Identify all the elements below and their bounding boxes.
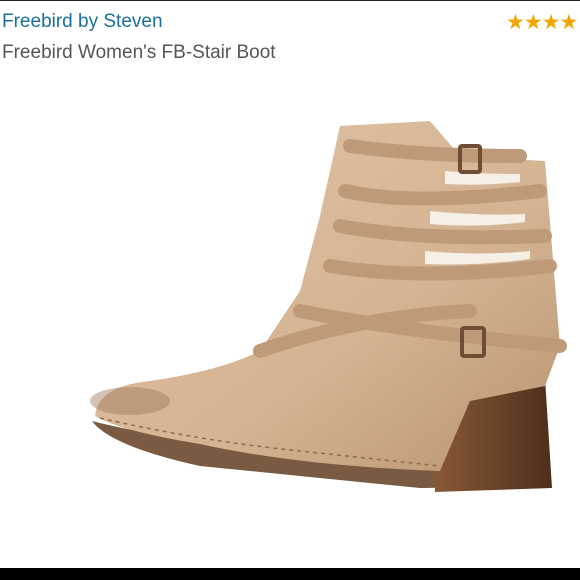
product-title: Freebird Women's FB-Stair Boot bbox=[2, 42, 276, 63]
toe-scuff bbox=[90, 387, 170, 415]
product-screen: Freebird by Steven Freebird Women's FB-S… bbox=[0, 0, 580, 568]
product-image[interactable] bbox=[0, 96, 580, 536]
brand-link[interactable]: Freebird by Steven bbox=[2, 11, 163, 33]
bottom-bar bbox=[0, 568, 580, 580]
star-rating[interactable]: ★★★★ bbox=[506, 10, 578, 35]
